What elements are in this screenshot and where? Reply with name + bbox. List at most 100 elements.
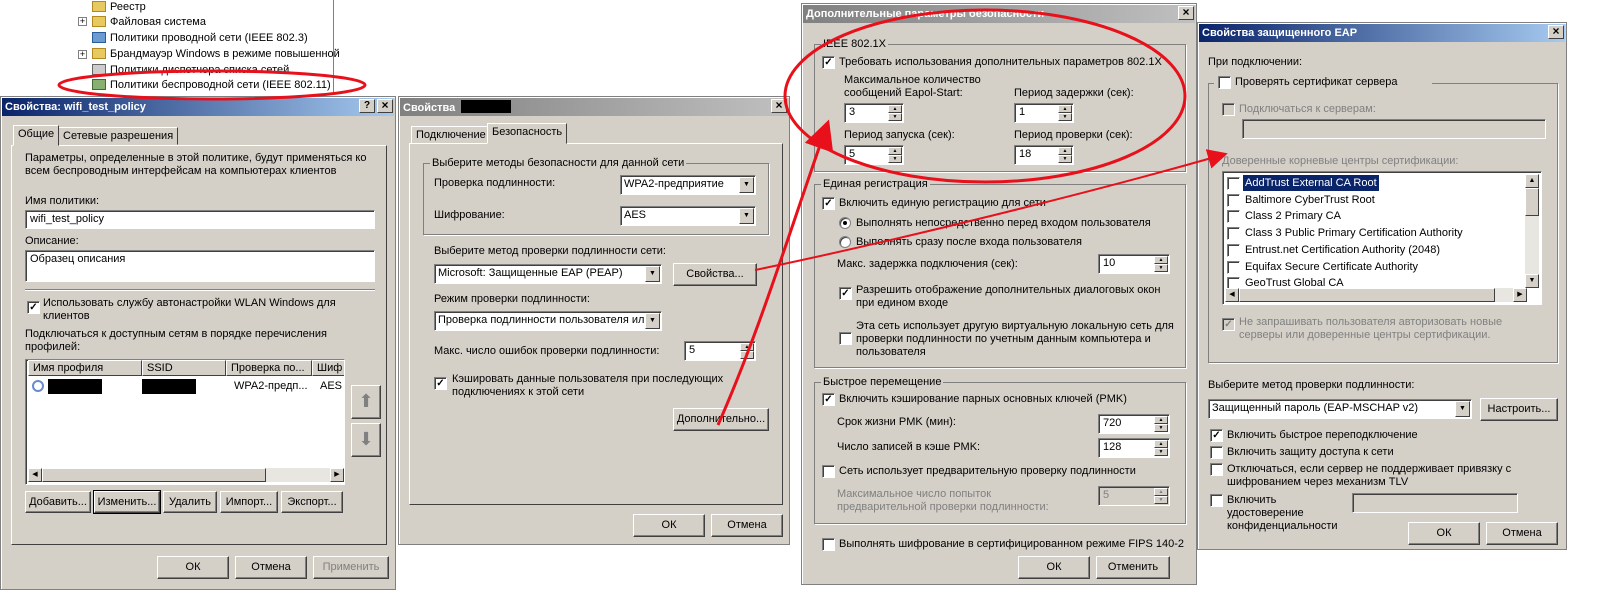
start-period-spinner[interactable]: 5 ▲ ▼ xyxy=(844,145,904,165)
spin-down-icon[interactable]: ▼ xyxy=(888,155,902,163)
apply-button[interactable]: Применить xyxy=(313,556,389,579)
delay-spinner[interactable]: 1 ▲ ▼ xyxy=(1014,103,1074,123)
sso-after-radio[interactable] xyxy=(839,236,851,248)
scroll-thumb[interactable] xyxy=(1239,288,1495,302)
tree-item-wired-policy[interactable]: Политики проводной сети (IEEE 802.3) xyxy=(92,31,308,45)
max-errors-spinner[interactable]: 5 ▲ ▼ xyxy=(684,341,756,361)
delete-button[interactable]: Удалить xyxy=(163,491,217,513)
description-input[interactable]: Образец описания xyxy=(25,250,375,282)
tab-security[interactable]: Безопасность xyxy=(487,123,568,144)
sso-dialogs-checkbox[interactable]: ✓ xyxy=(839,287,852,300)
autoconf-checkbox[interactable]: ✓ xyxy=(27,301,40,314)
ca-checkbox[interactable] xyxy=(1227,260,1240,274)
chevron-down-icon[interactable]: ▼ xyxy=(739,177,754,193)
spin-down-icon[interactable]: ▼ xyxy=(888,113,902,121)
spin-up-icon[interactable]: ▲ xyxy=(888,147,902,155)
close-button[interactable]: × xyxy=(771,99,787,113)
export-button[interactable]: Экспорт... xyxy=(281,491,343,513)
identity-privacy-checkbox[interactable] xyxy=(1210,494,1223,507)
cancel-button[interactable]: Отменить xyxy=(1096,556,1170,579)
spin-down-icon[interactable]: ▼ xyxy=(1058,113,1072,121)
ca-checkbox[interactable] xyxy=(1227,210,1240,224)
close-button[interactable]: × xyxy=(1178,6,1194,20)
preauth-checkbox[interactable] xyxy=(822,465,835,478)
eap-method-select[interactable]: Защищенный пароль (EAP-MSCHAP v2) ▼ xyxy=(1208,399,1472,419)
tree-item-filesystem[interactable]: Файловая система xyxy=(92,15,206,29)
help-button[interactable]: ? xyxy=(359,99,375,113)
edit-button[interactable]: Изменить... xyxy=(93,490,161,514)
spin-up-icon[interactable]: ▲ xyxy=(1154,488,1168,496)
method-select[interactable]: Microsoft: Защищенные EAP (PEAP) ▼ xyxy=(434,264,662,284)
fips-checkbox[interactable] xyxy=(822,538,835,551)
advanced-button[interactable]: Дополнительно... xyxy=(673,408,769,431)
sso-vlan-checkbox[interactable] xyxy=(839,332,852,345)
spin-down-icon[interactable]: ▼ xyxy=(1154,424,1168,432)
scroll-thumb[interactable] xyxy=(42,468,266,482)
spin-up-icon[interactable]: ▲ xyxy=(1154,256,1168,264)
ca-checkbox[interactable] xyxy=(1227,193,1240,207)
expand-icon[interactable]: + xyxy=(78,17,87,26)
fast-reconnect-checkbox[interactable]: ✓ xyxy=(1210,429,1223,442)
pmk-entries-spinner[interactable]: 128 ▲ ▼ xyxy=(1098,438,1170,458)
policy-name-input[interactable]: wifi_test_policy xyxy=(25,210,375,229)
scroll-right-icon[interactable]: ▶ xyxy=(330,468,344,482)
servers-input[interactable] xyxy=(1242,119,1546,139)
sso-checkbox[interactable]: ✓ xyxy=(822,197,835,210)
identity-privacy-input[interactable] xyxy=(1352,493,1518,513)
eapol-spinner[interactable]: 3 ▲ ▼ xyxy=(844,103,904,123)
table-row[interactable]: WPA2-предп... AES xyxy=(28,378,344,394)
move-down-button[interactable]: ⬇ xyxy=(351,423,381,457)
scroll-right-icon[interactable]: ▶ xyxy=(1513,288,1527,302)
chevron-down-icon[interactable]: ▼ xyxy=(1455,401,1470,417)
encryption-select[interactable]: AES ▼ xyxy=(620,206,756,226)
spin-up-icon[interactable]: ▲ xyxy=(740,343,754,351)
tab-network-permissions[interactable]: Сетевые разрешения xyxy=(58,127,179,145)
ok-button[interactable]: ОК xyxy=(1408,522,1480,545)
add-button[interactable]: Добавить... xyxy=(25,491,91,513)
tab-connection[interactable]: Подключение xyxy=(411,126,491,144)
ca-checkbox[interactable] xyxy=(1227,177,1240,190)
tree-item-netlist-policy[interactable]: Политики диспетчера списка сетей xyxy=(92,63,289,77)
column-header-ssid[interactable]: SSID xyxy=(142,360,226,376)
cancel-button[interactable]: Отмена xyxy=(711,514,783,537)
spin-up-icon[interactable]: ▲ xyxy=(1058,147,1072,155)
no-prompt-checkbox[interactable]: ✓ xyxy=(1222,318,1235,331)
horizontal-scrollbar[interactable]: ◀ ▶ xyxy=(28,468,344,482)
column-header-enc[interactable]: Шиф xyxy=(312,360,344,376)
trusted-ca-list[interactable]: AddTrust External CA Root Baltimore Cyber… xyxy=(1222,171,1542,305)
auth-select[interactable]: WPA2-предприятие ▼ xyxy=(620,175,756,195)
close-button[interactable]: × xyxy=(1548,25,1564,39)
scroll-left-icon[interactable]: ◀ xyxy=(1225,288,1239,302)
expand-icon[interactable]: + xyxy=(78,50,87,59)
scroll-down-icon[interactable]: ▼ xyxy=(1525,274,1539,288)
chevron-down-icon[interactable]: ▼ xyxy=(739,208,754,224)
profiles-list[interactable]: Имя профиля SSID Проверка по... Шиф WPA2… xyxy=(25,359,345,485)
move-up-button[interactable]: ⬆ xyxy=(351,385,381,419)
nap-checkbox[interactable] xyxy=(1210,446,1223,459)
spin-down-icon[interactable]: ▼ xyxy=(1154,496,1168,504)
spin-up-icon[interactable]: ▲ xyxy=(1154,440,1168,448)
ca-checkbox[interactable] xyxy=(1227,243,1240,257)
spin-down-icon[interactable]: ▼ xyxy=(1154,264,1168,272)
column-header-profile[interactable]: Имя профиля xyxy=(28,360,142,376)
configure-button[interactable]: Настроить... xyxy=(1480,398,1558,421)
connect-servers-checkbox[interactable] xyxy=(1222,103,1235,116)
sso-before-radio[interactable] xyxy=(839,217,851,229)
eap-properties-button[interactable]: Свойства... xyxy=(673,263,757,286)
tab-general[interactable]: Общие xyxy=(13,125,60,146)
vertical-scrollbar[interactable]: ▲ ▼ xyxy=(1525,174,1539,288)
cache-credentials-checkbox[interactable]: ✓ xyxy=(434,377,447,390)
auth-mode-select[interactable]: Проверка подлинности пользователя или ▼ xyxy=(434,311,662,331)
horizontal-scrollbar[interactable]: ◀ ▶ xyxy=(1225,288,1527,302)
spin-down-icon[interactable]: ▼ xyxy=(1154,448,1168,456)
spin-up-icon[interactable]: ▲ xyxy=(888,105,902,113)
spin-down-icon[interactable]: ▼ xyxy=(740,351,754,359)
ok-button[interactable]: ОК xyxy=(633,514,705,537)
ca-checkbox[interactable] xyxy=(1227,227,1240,241)
cancel-button[interactable]: Отмена xyxy=(235,556,307,579)
preauth-attempts-spinner[interactable]: 5 ▲ ▼ xyxy=(1098,486,1170,506)
check-period-spinner[interactable]: 18 ▲ ▼ xyxy=(1014,145,1074,165)
scroll-up-icon[interactable]: ▲ xyxy=(1525,174,1539,188)
close-button[interactable]: × xyxy=(377,99,393,113)
column-header-auth[interactable]: Проверка по... xyxy=(226,360,312,376)
